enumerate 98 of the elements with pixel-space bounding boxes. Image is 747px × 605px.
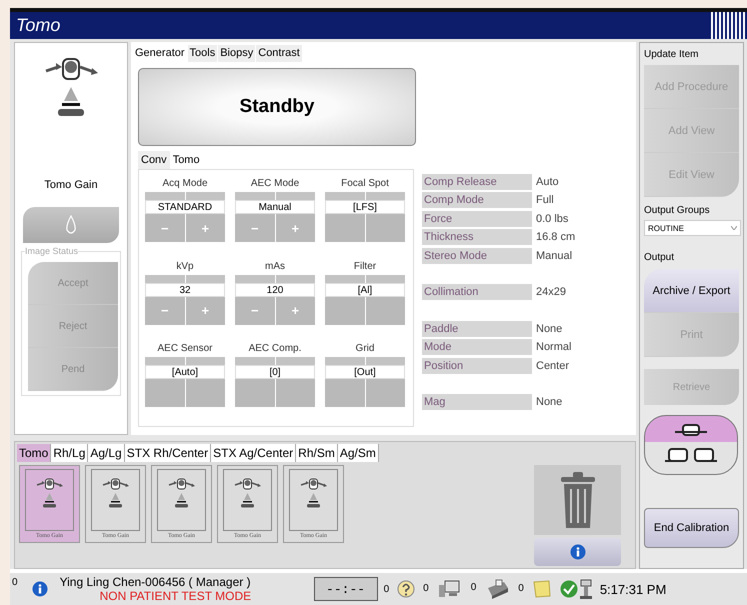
view-tab[interactable]: Tomo xyxy=(17,444,52,462)
parameter-value: Manual xyxy=(235,200,315,214)
info-value: Normal xyxy=(535,341,572,354)
section-title: Update Item xyxy=(644,49,700,60)
section-title: Output xyxy=(644,252,676,263)
note-icon[interactable] xyxy=(532,579,552,599)
drop-icon xyxy=(65,215,77,235)
count: 0 xyxy=(470,582,476,593)
info-value: Center xyxy=(535,360,570,372)
xray-tube-icon xyxy=(166,478,196,510)
parameter-value: STANDARD xyxy=(145,200,225,214)
xray-tube-icon xyxy=(100,478,130,510)
xray-tube-icon xyxy=(298,478,328,510)
count: 0 xyxy=(518,583,524,594)
parameter-label: AEC Mode xyxy=(250,178,300,191)
count: 0 xyxy=(384,584,390,595)
blank-button[interactable] xyxy=(235,379,274,408)
parameter-value: [Out] xyxy=(325,365,405,380)
parameter-value: [Al] xyxy=(325,282,405,297)
info-value: 0.0 lbs xyxy=(535,212,568,225)
view-tab[interactable]: Ag/Lg xyxy=(88,444,125,462)
info-value: None xyxy=(535,322,562,335)
info-value: None xyxy=(535,396,562,408)
trash-icon xyxy=(558,471,596,529)
parameter-value: 32 xyxy=(145,282,225,297)
blank-button[interactable] xyxy=(366,296,405,325)
blank-button[interactable] xyxy=(186,379,225,408)
gain-label: Tomo Gain xyxy=(44,179,98,191)
xray-tube-icon xyxy=(232,478,262,510)
info-label: Paddle xyxy=(422,320,532,337)
parameter-value: [Auto] xyxy=(145,365,225,380)
blank-button[interactable] xyxy=(325,214,364,242)
info-value: 16.8 cm xyxy=(535,231,576,244)
count: 0 xyxy=(423,583,429,594)
blank-button[interactable] xyxy=(145,379,184,408)
info-value: Full xyxy=(535,194,554,206)
device-icon[interactable] xyxy=(578,578,594,600)
view-tab[interactable]: STX Rh/Center xyxy=(124,444,212,462)
info-button[interactable] xyxy=(534,538,621,566)
info-value: 24x29 xyxy=(535,286,566,298)
info-label: Comp Release xyxy=(422,174,532,190)
blank-button[interactable] xyxy=(366,379,405,408)
tab[interactable]: Conv xyxy=(138,151,170,169)
output-button[interactable]: Archive / Export xyxy=(644,269,739,313)
user-name: Ying Ling Chen-006456 ( Manager ) xyxy=(60,575,252,589)
blank-button[interactable] xyxy=(325,379,364,408)
xray-tube-icon xyxy=(34,478,64,510)
orientation-button[interactable] xyxy=(644,415,738,475)
mode-label: NON PATIENT TEST MODE xyxy=(100,589,252,603)
info-icon xyxy=(570,544,586,560)
info-label: Thickness xyxy=(422,229,532,246)
info-label: Mag xyxy=(422,394,532,410)
blank-button[interactable] xyxy=(325,296,364,325)
parameter-label: Focal Spot xyxy=(340,178,390,191)
logo-icon xyxy=(711,12,747,39)
section-title: Output Groups xyxy=(644,205,711,216)
parameter-label: Filter xyxy=(352,260,378,274)
parameter-label: AEC Sensor xyxy=(156,343,214,356)
parameter-label: Acq Mode xyxy=(161,178,209,191)
parameter-value: [LFS] xyxy=(325,200,405,214)
end-calibration-button[interactable]: End Calibration xyxy=(644,508,739,548)
clock: 5:17:31 PM xyxy=(600,582,666,596)
info-label: Mode xyxy=(422,339,532,356)
info-label: Comp Mode xyxy=(422,192,532,208)
view-tab[interactable]: STX Ag/Center xyxy=(211,444,296,462)
view-tab[interactable]: Rh/Sm xyxy=(296,444,338,462)
timer-display: --:-- xyxy=(314,577,378,601)
window-title: Tomo xyxy=(16,15,60,36)
parameter-label: mAs xyxy=(264,260,286,274)
gain-button[interactable] xyxy=(23,207,119,243)
info-label: Position xyxy=(422,358,532,374)
parameter-label: kVp xyxy=(175,260,195,274)
tab[interactable]: Tools xyxy=(188,45,218,62)
help-icon[interactable] xyxy=(397,580,416,598)
view-tab[interactable]: Ag/Sm xyxy=(338,444,379,462)
check-icon xyxy=(560,580,578,598)
blank-button[interactable] xyxy=(276,379,315,408)
status-display: Standby xyxy=(138,68,416,146)
chevron-icon xyxy=(731,226,737,230)
delete-button[interactable] xyxy=(534,465,621,535)
tab[interactable]: Biopsy xyxy=(218,45,256,62)
view-tab[interactable]: Rh/Lg xyxy=(51,444,88,462)
info-value: Manual xyxy=(535,250,572,262)
info-icon[interactable] xyxy=(32,581,48,597)
parameter-value: 120 xyxy=(235,282,315,297)
info-label: Collimation xyxy=(422,284,532,300)
parameter-value: [0] xyxy=(235,365,315,380)
group-label: Image Status xyxy=(25,246,78,256)
output-groups-dropdown[interactable]: ROUTINE xyxy=(644,220,741,236)
parameter-label: AEC Comp. xyxy=(248,343,302,356)
count: 0 xyxy=(12,577,18,588)
info-label: Stereo Mode xyxy=(422,248,532,264)
tab[interactable]: Contrast xyxy=(256,45,302,62)
blank-button[interactable] xyxy=(366,214,405,242)
dropdown-value: ROUTINE xyxy=(648,224,684,232)
info-value: Auto xyxy=(535,176,559,188)
info-label: Force xyxy=(422,210,532,227)
parameter-label: Grid xyxy=(354,343,376,356)
